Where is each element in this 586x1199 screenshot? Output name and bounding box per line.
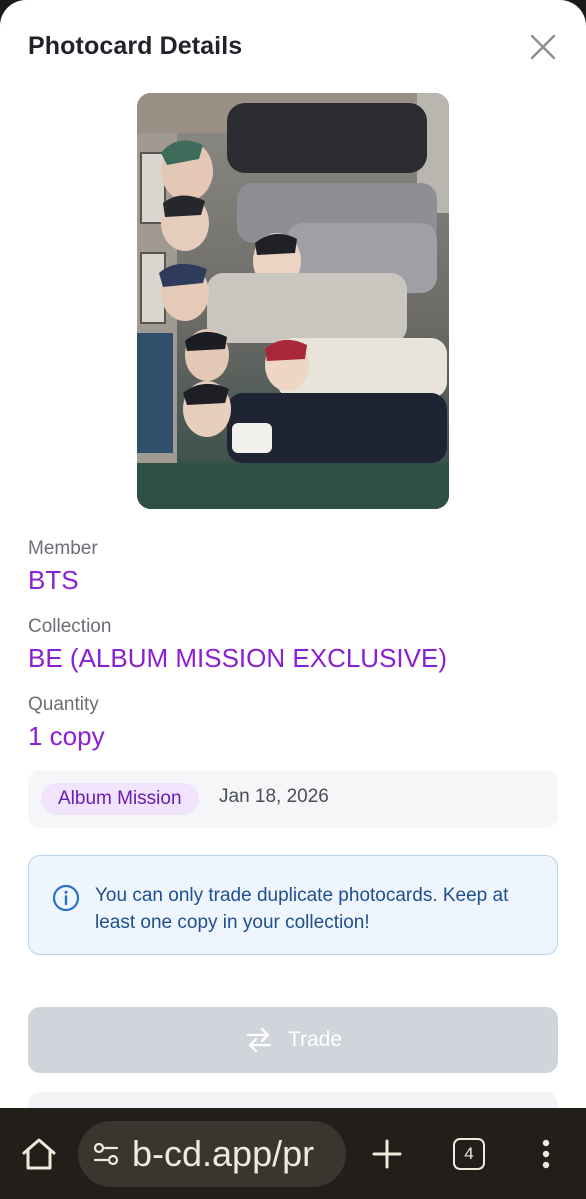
tab-switcher-button[interactable]: 4 <box>453 1138 485 1170</box>
trade-notice-text: You can only trade duplicate photocards.… <box>95 885 509 933</box>
new-tab-icon[interactable] <box>371 1138 403 1170</box>
quantity-label: Quantity <box>28 694 99 715</box>
url-bar[interactable]: b-cd.app/pr <box>78 1121 346 1187</box>
collection-label: Collection <box>28 616 112 637</box>
member-label: Member <box>28 538 98 559</box>
info-icon <box>52 884 80 912</box>
trade-button[interactable]: Trade <box>28 1007 558 1073</box>
modal-header: Photocard Details <box>28 30 562 66</box>
collection-value: BE (ALBUM MISSION EXCLUSIVE) <box>28 643 447 673</box>
close-button[interactable] <box>528 32 558 62</box>
photocard-illustration <box>137 93 449 509</box>
close-icon <box>530 34 556 60</box>
quantity-value: 1 copy <box>28 721 105 751</box>
photocard-image[interactable] <box>137 93 449 509</box>
tab-count: 4 <box>464 1144 474 1163</box>
browser-toolbar: b-cd.app/pr 4 <box>0 1108 586 1199</box>
member-value: BTS <box>28 565 79 595</box>
more-options-icon[interactable] <box>535 1138 557 1170</box>
trade-button-label: Trade <box>287 1028 343 1051</box>
home-icon[interactable] <box>20 1136 58 1172</box>
site-settings-icon[interactable] <box>92 1141 120 1167</box>
photocard-details-modal: Photocard Details Member BTS Collection … <box>0 0 586 1108</box>
photocard-meta: Album Mission Jan 18, 2026 <box>28 770 558 828</box>
source-badge: Album Mission <box>41 783 199 815</box>
modal-title: Photocard Details <box>28 32 243 60</box>
url-text: b-cd.app/pr <box>132 1133 315 1174</box>
secondary-action-button[interactable] <box>28 1092 558 1108</box>
swap-arrows-icon <box>246 1027 272 1053</box>
acquired-date: Jan 18, 2026 <box>219 786 329 807</box>
trade-notice: You can only trade duplicate photocards.… <box>28 855 558 955</box>
